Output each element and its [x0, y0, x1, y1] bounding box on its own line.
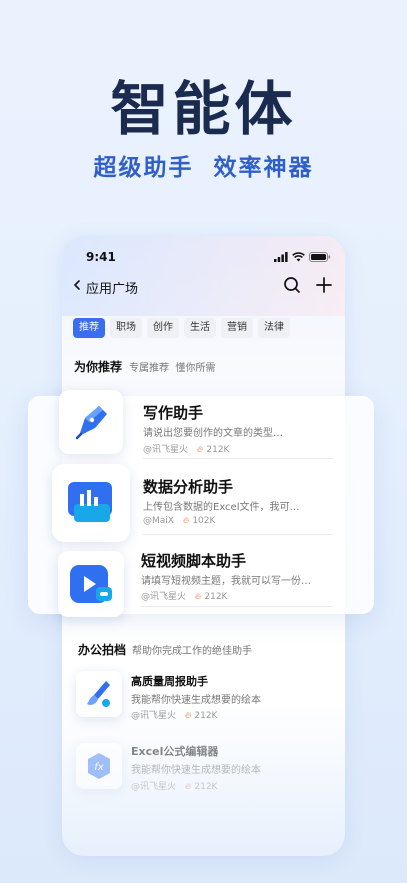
brush-icon [87, 681, 110, 707]
app-name[interactable]: 高质量周报助手 [131, 673, 208, 689]
data-app-icon[interactable] [52, 464, 130, 542]
tab-life[interactable]: 生活 [184, 318, 216, 338]
tab-marketing[interactable]: 营销 [221, 318, 253, 338]
app-hot-count: 212K [194, 782, 218, 792]
fire-icon: 🔥︎ [184, 782, 192, 792]
section-subtitle: 帮助你完成工作的绝佳助手 [132, 646, 253, 657]
recommend-header: 为你推荐 专属推荐 懂你所需 [74, 358, 215, 375]
page-title: 应用广场 [86, 282, 139, 297]
app-desc: 请填写短视频主题，我就可以写一份… [141, 576, 311, 587]
video-icon [70, 565, 112, 603]
excel-app-icon[interactable]: fx [76, 743, 122, 789]
search-icon[interactable] [283, 276, 301, 294]
app-desc: 我能帮你快速生成想要的绘本 [131, 765, 261, 776]
chevron-left-icon[interactable] [72, 276, 82, 294]
tab-creation[interactable]: 创作 [147, 318, 179, 338]
app-name[interactable]: 数据分析助手 [143, 476, 233, 497]
app-desc: 请说出您要创作的文章的类型… [143, 428, 283, 439]
section-title: 为你推荐 [74, 360, 123, 374]
tab-law[interactable]: 法律 [258, 318, 290, 338]
app-desc: 我能帮你快速生成想要的绘本 [131, 695, 261, 706]
fx-icon: fx [88, 753, 110, 779]
app-desc: 上传包含数据的Excel文件，我可… [143, 502, 300, 513]
nav-bar: 应用广场 [72, 276, 335, 298]
hero-subtitle: 超级助手 效率神器 [93, 155, 314, 181]
section-title: 办公拍档 [78, 643, 127, 657]
fire-icon: 🔥︎ [182, 516, 190, 526]
wifi-icon [292, 252, 305, 262]
divider [143, 458, 333, 459]
app-author: @讯飞星火 [143, 445, 189, 455]
status-time: 9:41 [86, 250, 116, 264]
app-hot-count: 212K [194, 711, 218, 721]
svg-text:fx: fx [94, 762, 104, 773]
battery-icon [309, 252, 331, 262]
app-hot-count: 212K [204, 592, 228, 602]
app-meta: @讯飞星火 🔥︎ 212K [131, 779, 217, 792]
app-author: @MaiX [143, 516, 174, 526]
app-author: @讯飞星火 [131, 711, 177, 721]
fire-icon: 🔥︎ [184, 711, 192, 721]
app-author: @讯飞星火 [141, 592, 187, 602]
app-name[interactable]: 写作助手 [143, 402, 203, 423]
app-hot-count: 102K [192, 516, 216, 526]
tab-workplace[interactable]: 职场 [110, 318, 142, 338]
video-app-icon[interactable] [58, 551, 124, 617]
app-hot-count: 212K [206, 445, 230, 455]
plus-icon[interactable] [315, 276, 333, 294]
tab-recommend[interactable]: 推荐 [73, 318, 105, 338]
section-subtitle: 专属推荐 懂你所需 [129, 363, 216, 374]
app-meta: @讯飞星火 🔥︎ 212K [131, 708, 217, 721]
chart-icon [68, 482, 112, 522]
fire-icon: 🔥︎ [194, 592, 202, 602]
status-bar: 9:41 [86, 250, 331, 266]
pen-icon [75, 406, 107, 440]
app-author: @讯飞星火 [131, 782, 177, 792]
office-header: 办公拍档 帮助你完成工作的绝佳助手 [78, 641, 252, 658]
hero-title: 智能体 [110, 75, 297, 143]
writing-app-icon[interactable] [59, 390, 123, 454]
app-name[interactable]: Excel公式编辑器 [131, 743, 218, 759]
divider [143, 534, 333, 535]
app-meta: @讯飞星火 🔥︎ 212K [141, 589, 227, 602]
app-meta: @讯飞星火 🔥︎ 212K [143, 442, 229, 455]
fire-icon: 🔥︎ [196, 445, 204, 455]
app-meta: @MaiX 🔥︎ 102K [143, 516, 215, 526]
signal-icon [274, 252, 288, 262]
weekly-report-app-icon[interactable] [76, 671, 122, 717]
category-tabs: 推荐 职场 创作 生活 营销 法律 [73, 318, 290, 338]
app-name[interactable]: 短视频脚本助手 [141, 550, 246, 571]
divider [141, 606, 333, 607]
